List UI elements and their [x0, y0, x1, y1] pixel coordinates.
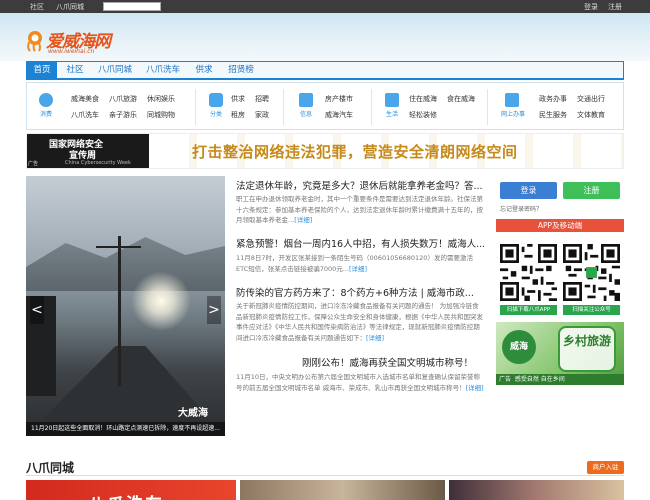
category-panel: 消费 威海美食 八爪旅游 休闲娱乐 八爪洗车 亲子游乐 同城购物 分类 供求 招… — [26, 82, 624, 130]
category-label-consume: 消费 — [39, 111, 52, 118]
follow-account-button[interactable]: 扫描关注公众号 — [563, 305, 620, 315]
article-body-4: 11月10日，中央文明办公布第六届全国文明城市入选城市名单和复查确认保留荣誉称号… — [236, 372, 484, 393]
cat-link-realestate[interactable]: 房产楼市 — [325, 94, 353, 104]
cat-link-travel[interactable]: 八爪旅游 — [109, 94, 137, 104]
logo-url: www.iweihai.cn — [48, 48, 95, 55]
divider — [283, 89, 284, 125]
merchant-join-button[interactable]: 商户入驻 — [587, 461, 624, 474]
news-slideshow[interactable]: < > 大威海 11月20日起这些全面取消！环山路定点测速已拆除，速度不再设超速… — [26, 176, 225, 436]
article-more-link[interactable]: [详细] — [466, 384, 484, 392]
banner-left-en: China Cybersecurity Week — [65, 160, 131, 166]
category-label-info: 信息 — [299, 111, 312, 118]
nav-car-wash[interactable]: 八爪洗车 — [143, 62, 183, 79]
banner-left-panel: 国家网络安全 宣传周 China Cybersecurity Week 广告 — [27, 134, 149, 168]
main-nav: 首页 社区 八爪同城 八爪洗车 供求 招贤榜 — [26, 61, 624, 80]
side-ad-slogan: 感受自然 自在乡间 — [514, 376, 565, 383]
divider — [195, 89, 196, 125]
banner-ad[interactable]: 国家网络安全 宣传周 China Cybersecurity Week 广告 打… — [26, 133, 624, 169]
top-bar: 社区 八爪同城 登录 注册 — [0, 0, 650, 13]
top-login-link[interactable]: 登录 — [584, 2, 598, 12]
cat-link-carwash[interactable]: 八爪洗车 — [71, 110, 99, 120]
login-button[interactable]: 登录 — [500, 182, 557, 199]
logo-icon — [27, 31, 42, 52]
grid-icon — [505, 93, 519, 107]
top-link-community[interactable]: 社区 — [30, 2, 44, 12]
cat-link-leisure[interactable]: 休闲娱乐 — [147, 94, 175, 104]
cat-link-transport[interactable]: 交通出行 — [577, 94, 605, 104]
qr-code-app-icon — [500, 244, 557, 301]
article-title-1[interactable]: 法定退休年龄，究竟是多大？退休后就能拿养老金吗？答... — [236, 178, 483, 192]
thumb-car-wash-label: 八爪洗车 — [88, 490, 164, 500]
ad-tag: 广告 — [28, 161, 39, 167]
thumb-image-2[interactable] — [240, 480, 445, 500]
top-link-bazhua[interactable]: 八爪同城 — [56, 2, 84, 12]
article-more-link[interactable]: [详细] — [294, 216, 312, 224]
nav-jobs[interactable]: 招贤榜 — [225, 62, 257, 79]
top-register-link[interactable]: 注册 — [608, 2, 622, 12]
nav-community[interactable]: 社区 — [61, 62, 89, 79]
article-body-1: 职工在申办退休领取养老金时，其中一个重要条件是需要达到法定退休年龄。社保法第十六… — [236, 194, 484, 226]
qr-code-wechat-icon — [563, 244, 620, 301]
forgot-password-link[interactable]: 忘记登录密码？ — [500, 204, 542, 213]
section-divider — [26, 475, 624, 476]
side-ad-rural-tourism[interactable]: 威海 乡村旅游 广告 感受自然 自在乡间 — [496, 322, 624, 385]
article-more-link[interactable]: [详细] — [366, 334, 384, 342]
cat-link-food[interactable]: 威海美食 — [71, 94, 99, 104]
grid-icon — [385, 93, 399, 107]
cat-link-housekeeping[interactable]: 家政 — [255, 110, 269, 120]
slide-image-hills — [26, 237, 225, 291]
cat-link-shopping[interactable]: 同城购物 — [147, 110, 175, 120]
section-title: 八爪同城 — [26, 461, 75, 475]
cat-link-welfare[interactable]: 民生服务 — [539, 110, 567, 120]
slide-caption[interactable]: 11月20日起这些全面取消！环山路定点测速已拆除，速度不再设超速... — [26, 422, 225, 436]
cat-link-live[interactable]: 住在威海 — [409, 94, 437, 104]
article-text: 11月10日，中央文明办公布第六届全国文明城市入选城市名单和复查确认保留荣誉称号… — [236, 373, 481, 392]
article-text: 关于新冠肺炎疫情防控期间，进口冷冻冷藏食品报备有关问题的通告！ 为加强冷链食品新… — [236, 302, 483, 342]
cat-link-kids[interactable]: 亲子游乐 — [109, 110, 137, 120]
slide-prev-button[interactable]: < — [30, 296, 44, 324]
category-label-life: 生活 — [385, 111, 398, 118]
cat-link-decoration[interactable]: 轻松装修 — [409, 110, 437, 120]
ad-tag: 广告 — [499, 376, 512, 383]
side-ad-title: 乡村旅游 — [558, 326, 616, 372]
cat-link-gov[interactable]: 政务办事 — [539, 94, 567, 104]
cat-link-hire[interactable]: 招聘 — [255, 94, 269, 104]
article-title-4[interactable]: 刚刚公布！威海再获全国文明城市称号！ — [302, 355, 473, 369]
cat-link-supply[interactable]: 供求 — [231, 94, 245, 104]
grid-icon — [299, 93, 313, 107]
thumb-image-3[interactable] — [449, 480, 624, 500]
divider — [371, 89, 372, 125]
divider — [487, 89, 488, 125]
slide-image-pole — [96, 246, 141, 248]
download-app-button[interactable]: 扫描下载八爪APP — [500, 305, 557, 315]
category-label-classified: 分类 — [209, 111, 222, 118]
nav-supply-demand[interactable]: 供求 — [191, 62, 217, 79]
nav-bazhua-city[interactable]: 八爪同城 — [95, 62, 135, 79]
slide-next-button[interactable]: > — [207, 296, 221, 324]
cat-link-auto[interactable]: 威海汽车 — [325, 110, 353, 120]
cat-link-education[interactable]: 文体教育 — [577, 110, 605, 120]
nav-home[interactable]: 首页 — [27, 62, 57, 79]
article-text: 职工在申办退休领取养老金时，其中一个重要条件是需要达到法定退休年龄。社保法第十六… — [236, 195, 483, 224]
header: 爱威海网 www.iweihai.cn — [0, 13, 650, 61]
article-more-link[interactable]: [详细] — [349, 265, 367, 273]
search-input[interactable] — [103, 2, 161, 11]
category-label-services: 网上办事 — [500, 111, 525, 118]
side-ad-footer: 广告 感受自然 自在乡间 — [496, 374, 624, 385]
app-section-header: APP及移动端 — [496, 219, 624, 232]
banner-slogan: 打击整治网络违法犯罪，营造安全清朗网络空间 — [192, 143, 518, 161]
article-body-2: 11月8日7时，开发区张某接到一条陌生号码（00601056680120）发的需… — [236, 253, 484, 274]
article-title-3[interactable]: 防传染的官方药方来了：8个药方+6种方法 | 威海市政... — [236, 285, 474, 299]
chat-bubble-icon — [39, 93, 53, 107]
cat-link-eat[interactable]: 食在威海 — [447, 94, 475, 104]
cat-link-rent[interactable]: 租房 — [231, 110, 245, 120]
slide-watermark: 大威海 — [178, 408, 208, 419]
article-body-3: 关于新冠肺炎疫情防控期间，进口冷冻冷藏食品报备有关问题的通告！ 为加强冷链食品新… — [236, 301, 484, 343]
article-title-2[interactable]: 紧急预警！烟台一周内16人中招，有人损失数万！威海人... — [236, 236, 485, 250]
wallet-icon — [209, 93, 223, 107]
slide-image-sun — [131, 271, 191, 331]
register-button[interactable]: 注册 — [563, 182, 620, 199]
side-ad-badge: 威海 — [502, 330, 536, 364]
slide-image-pole — [118, 236, 121, 386]
